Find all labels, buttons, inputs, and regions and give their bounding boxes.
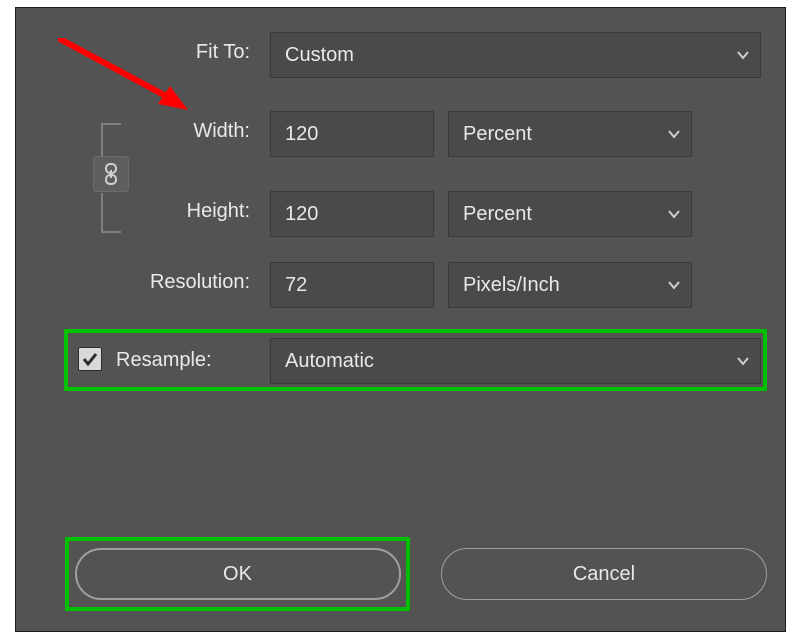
resample-method-select[interactable]: Automatic — [270, 338, 761, 384]
width-unit-value: Percent — [463, 123, 532, 146]
link-dimensions-toggle[interactable] — [93, 156, 129, 192]
image-size-dialog-panel: Fit To: Custom Width: Percent Height: Pe… — [15, 7, 786, 632]
height-input[interactable] — [270, 191, 434, 237]
width-label: Width: — [142, 120, 250, 143]
width-input[interactable] — [270, 111, 434, 157]
chevron-down-icon — [667, 127, 681, 141]
dialog-buttons-row: OK Cancel — [65, 537, 767, 611]
resolution-unit-select[interactable]: Pixels/Inch — [448, 262, 692, 308]
fit-to-select[interactable]: Custom — [270, 32, 761, 78]
resolution-input[interactable] — [270, 262, 434, 308]
resample-checkbox[interactable] — [78, 347, 102, 371]
chevron-down-icon — [736, 354, 750, 368]
ok-button-label: OK — [223, 563, 252, 586]
height-label: Height: — [142, 200, 250, 223]
chain-link-icon — [102, 163, 120, 185]
resample-label: Resample: — [112, 349, 254, 372]
height-unit-value: Percent — [463, 203, 532, 226]
chevron-down-icon — [667, 207, 681, 221]
cancel-button-label: Cancel — [573, 563, 635, 586]
height-unit-select[interactable]: Percent — [448, 191, 692, 237]
chevron-down-icon — [736, 48, 750, 62]
resample-method-value: Automatic — [285, 350, 374, 373]
ok-button[interactable]: OK — [75, 548, 401, 600]
chevron-down-icon — [667, 278, 681, 292]
resolution-label: Resolution: — [112, 271, 250, 294]
fit-to-label: Fit To: — [142, 41, 250, 64]
cancel-button[interactable]: Cancel — [441, 548, 767, 600]
width-unit-select[interactable]: Percent — [448, 111, 692, 157]
annotation-highlight-ok: OK — [65, 537, 410, 611]
resolution-unit-value: Pixels/Inch — [463, 274, 560, 297]
fit-to-value: Custom — [285, 44, 354, 67]
checkmark-icon — [81, 350, 99, 368]
